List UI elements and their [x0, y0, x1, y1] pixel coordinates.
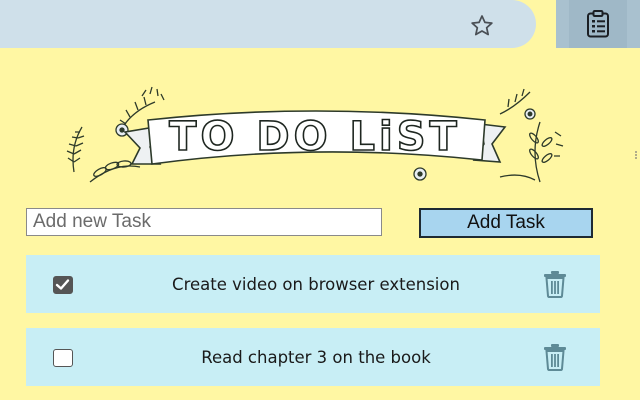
banner-title: TO DO LiST [169, 114, 461, 160]
checkmark-icon [55, 279, 70, 290]
delete-task-button[interactable] [542, 343, 568, 371]
extension-popup: TO DO LiST Add Task Create video on brow… [0, 0, 640, 400]
task-row: Create video on browser extension [26, 255, 600, 313]
task-text: Read chapter 3 on the book [201, 348, 431, 367]
trash-icon [544, 271, 566, 298]
scroll-indicator[interactable] [634, 150, 638, 160]
task-text: Create video on browser extension [172, 275, 460, 294]
browser-toolbar [0, 0, 640, 50]
star-icon [471, 15, 493, 36]
extension-button[interactable] [556, 0, 640, 48]
task-row: Read chapter 3 on the book [26, 328, 600, 386]
new-task-input[interactable] [26, 208, 382, 236]
task-checkbox[interactable] [53, 276, 73, 294]
todo-list-banner: TO DO LiST [66, 86, 564, 183]
delete-task-button[interactable] [542, 270, 568, 298]
address-bar[interactable] [0, 0, 536, 48]
trash-icon [544, 344, 566, 371]
task-checkbox[interactable] [53, 349, 73, 367]
bookmark-star-button[interactable] [462, 10, 502, 42]
clipboard-list-icon [587, 10, 609, 38]
add-task-button[interactable]: Add Task [419, 208, 593, 238]
